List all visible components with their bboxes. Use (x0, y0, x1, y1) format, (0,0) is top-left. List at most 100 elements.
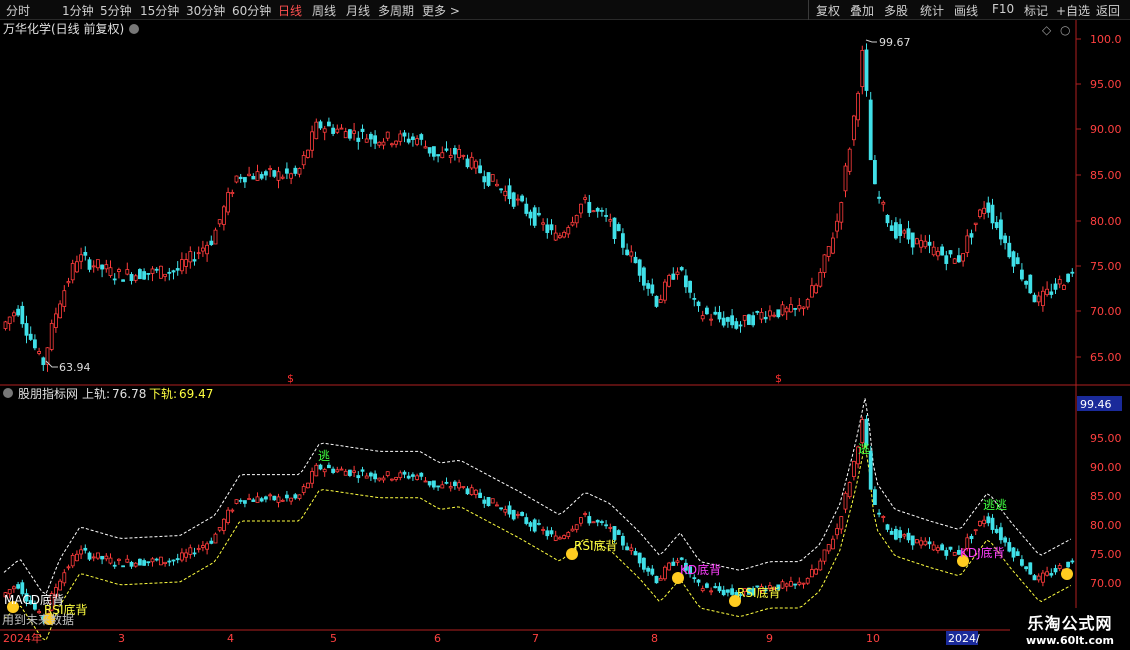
candle-body (877, 196, 881, 199)
candle-body (1041, 290, 1045, 306)
candle-body (671, 561, 676, 566)
restore-rights-button[interactable]: 复权 (816, 2, 840, 19)
candle-body (490, 174, 495, 182)
candle-body (58, 580, 62, 591)
candle-body (1057, 279, 1062, 285)
candle-body (457, 149, 462, 159)
candle-body (675, 560, 680, 563)
candle-body (469, 487, 474, 495)
tab-intraday[interactable]: 分时 (6, 2, 30, 19)
f10-button[interactable]: F10 (992, 2, 1014, 16)
add-watchlist-button[interactable]: +自选 (1056, 2, 1090, 19)
candle-body (146, 272, 151, 275)
candle-body (625, 249, 629, 256)
candle-body (268, 168, 273, 170)
candle-body (150, 558, 155, 563)
candle-body (368, 133, 373, 140)
candle-body (923, 540, 928, 546)
candle-body (100, 264, 104, 270)
candle-body (49, 323, 54, 350)
candle-body (465, 488, 470, 495)
candle-body (583, 513, 587, 515)
candle-body (11, 586, 16, 590)
tab-60min[interactable]: 60分钟 (232, 2, 271, 19)
candle-body (221, 206, 226, 225)
candle-body (994, 222, 999, 228)
tab-5min[interactable]: 5分钟 (100, 2, 132, 19)
candle-body (969, 535, 974, 540)
mark-button[interactable]: 标记 (1024, 2, 1048, 19)
candle-body (713, 586, 718, 589)
candle-body (87, 259, 92, 270)
candle-body (658, 299, 663, 303)
tab-30min[interactable]: 30分钟 (186, 2, 225, 19)
candle-body (96, 552, 100, 559)
candle-body (919, 540, 923, 546)
candle-body (259, 174, 264, 179)
tab-more[interactable]: 更多 > (422, 2, 460, 19)
draw-line-button[interactable]: 画线 (954, 2, 978, 19)
candle-body (826, 544, 831, 552)
main-price-axis: 100.0 95.00 90.00 85.00 80.00 75.00 70.0… (1076, 33, 1122, 364)
candle-body (579, 203, 583, 214)
lower-band-line (3, 444, 1072, 642)
tab-1min[interactable]: 1分钟 (62, 2, 94, 19)
statistics-button[interactable]: 统计 (920, 2, 944, 19)
candle-body (1024, 566, 1028, 570)
candle-body (482, 499, 487, 504)
candle-body (1015, 551, 1020, 556)
title-menu-icon[interactable] (129, 24, 139, 34)
candle-body (83, 252, 88, 256)
candle-body (952, 258, 957, 264)
candle-body (553, 232, 558, 241)
candle-body (356, 137, 361, 142)
candle-body (700, 315, 705, 320)
candle-body (595, 208, 600, 212)
candle-body (679, 557, 684, 560)
candle-body (986, 202, 991, 213)
collapse-icon[interactable]: ○ (1060, 23, 1070, 37)
candle-body (62, 572, 67, 584)
candle-body (948, 546, 953, 550)
price-tick: 75.00 (1090, 548, 1122, 561)
tab-15min[interactable]: 15分钟 (140, 2, 179, 19)
candle-body (377, 141, 382, 146)
candle-body (171, 270, 176, 273)
candle-body (818, 560, 823, 571)
overlay-button[interactable]: 叠加 (850, 2, 874, 19)
candle-body (486, 497, 491, 507)
dividend-marker[interactable]: $ (775, 372, 782, 385)
candle-body (793, 308, 797, 310)
candle-body (192, 259, 197, 262)
candle-body (642, 267, 646, 286)
escape-signal: 逃逃 (983, 498, 1007, 512)
price-tick: 70.00 (1090, 305, 1122, 318)
candle-body (532, 207, 537, 226)
multi-stock-button[interactable]: 多股 (884, 2, 908, 19)
candle-body (726, 317, 730, 322)
indicator-menu-icon[interactable] (3, 388, 13, 398)
stock-chart[interactable]: 万华化学(日线 前复权) ◇ ○ 100.0 95.00 90.00 85.00… (0, 20, 1130, 650)
candle-body (356, 475, 361, 479)
candle-body (255, 171, 260, 181)
candle-body (684, 275, 688, 288)
candle-body (616, 530, 621, 535)
candle-body (839, 516, 844, 530)
tab-monthly[interactable]: 月线 (346, 2, 370, 19)
candle-body (717, 312, 722, 320)
future-data-note: 用到未来数据 (2, 612, 74, 627)
candle-body (604, 215, 608, 217)
tab-daily[interactable]: 日线 (278, 2, 302, 19)
candle-body (301, 155, 306, 166)
tab-multi-period[interactable]: 多周期 (378, 2, 414, 19)
back-button[interactable]: 返回 (1096, 2, 1120, 19)
diamond-icon[interactable]: ◇ (1042, 23, 1052, 37)
tab-weekly[interactable]: 周线 (312, 2, 336, 19)
time-tick: 7 (532, 632, 539, 645)
candle-body (121, 565, 125, 568)
dividend-marker[interactable]: $ (287, 372, 294, 385)
candle-body (751, 315, 755, 326)
candle-body (541, 529, 545, 531)
candle-body (973, 529, 978, 532)
candle-body (360, 128, 365, 132)
